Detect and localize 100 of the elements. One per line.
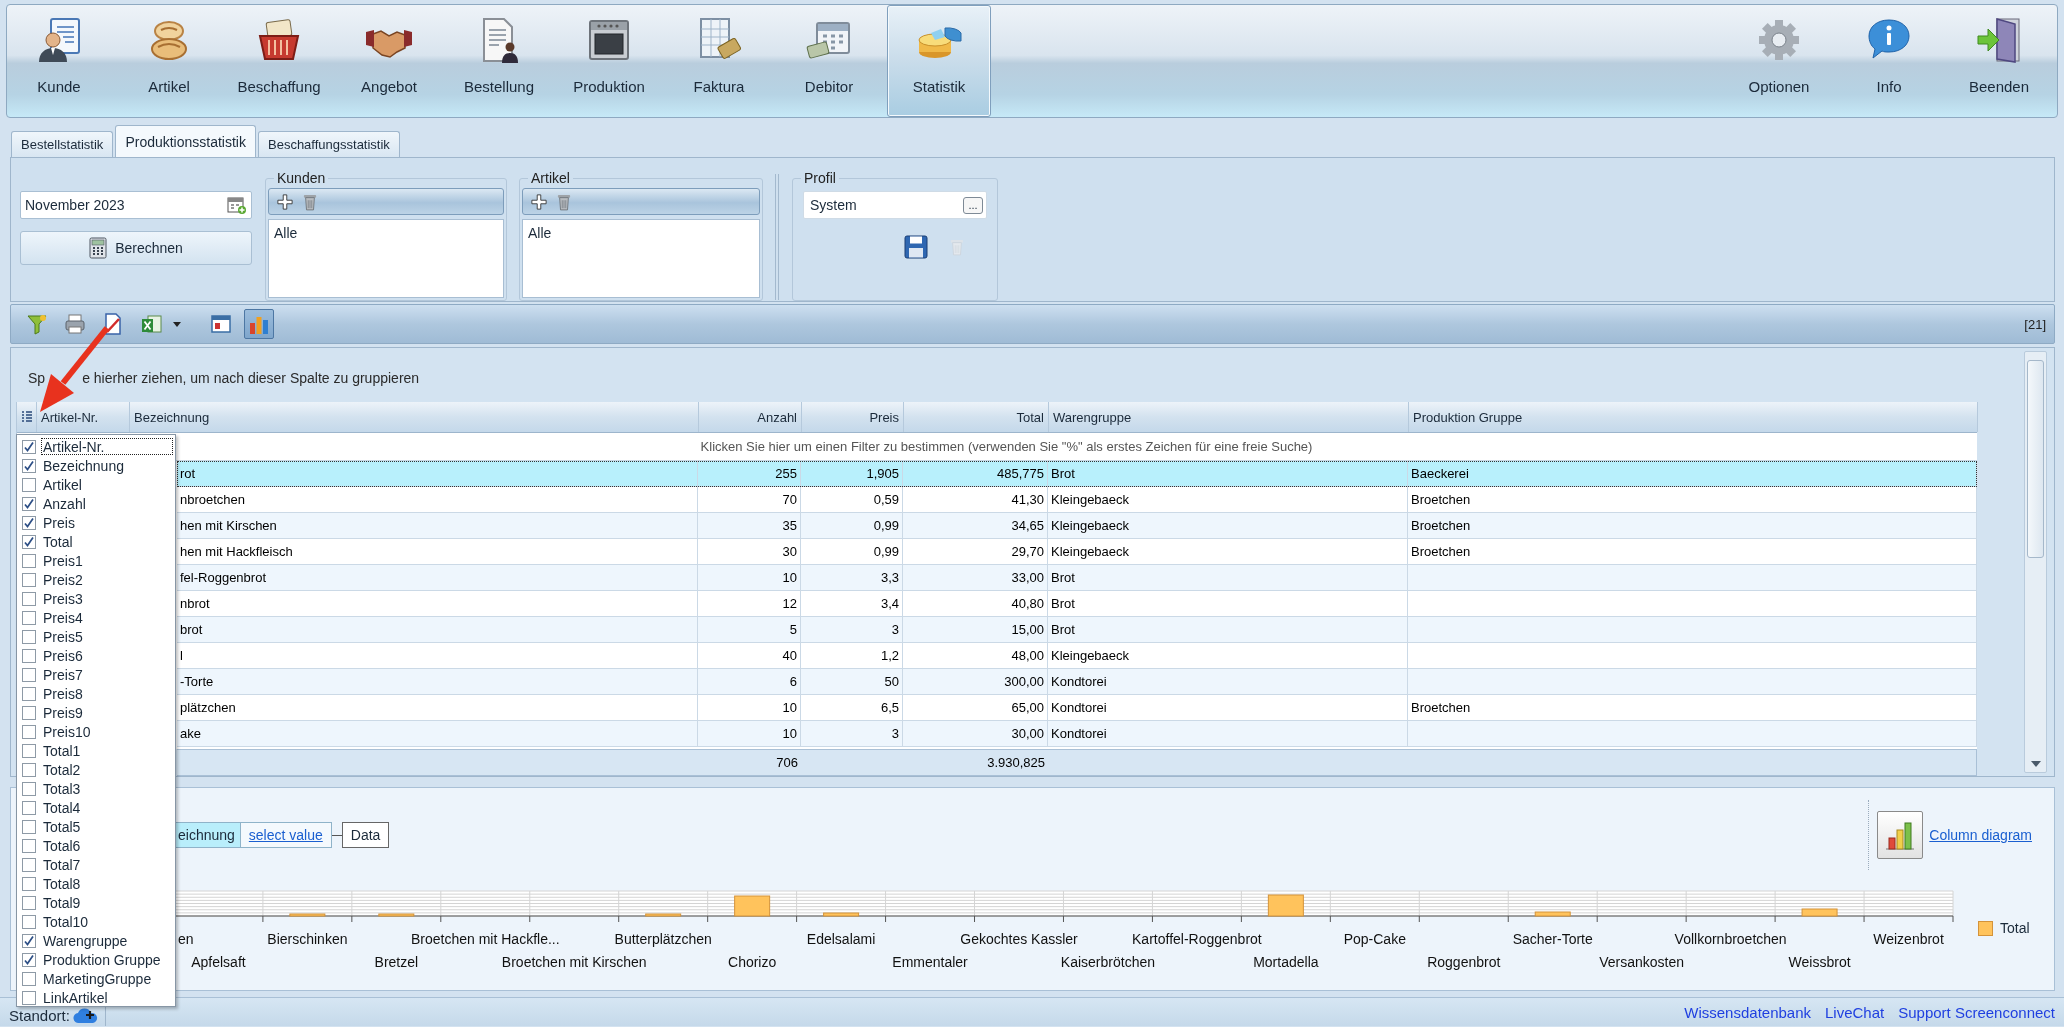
checkbox[interactable] — [22, 762, 36, 777]
column-option[interactable]: Total10 — [41, 913, 173, 930]
list-item[interactable]: Alle — [528, 225, 552, 241]
checkbox[interactable] — [22, 781, 36, 796]
toolbar-button[interactable]: Optionen — [1727, 5, 1831, 117]
column-option[interactable]: Total3 — [41, 780, 173, 797]
plus-icon[interactable] — [531, 193, 547, 210]
column-option[interactable]: Produktion Gruppe — [41, 951, 173, 968]
column-header[interactable]: Preis — [802, 402, 904, 432]
column-option[interactable]: Total5 — [41, 818, 173, 835]
column-option[interactable]: Total8 — [41, 875, 173, 892]
checkbox[interactable] — [22, 876, 36, 891]
column-option[interactable]: Preis6 — [41, 647, 173, 664]
checkbox[interactable] — [22, 439, 36, 454]
checkbox[interactable] — [22, 952, 36, 967]
checkbox[interactable] — [22, 819, 36, 834]
checkbox[interactable] — [22, 534, 36, 549]
toolbar-button[interactable]: Beschaffung — [227, 5, 331, 117]
table-row[interactable]: rot 255 1,905 485,775 Brot Baeckerei — [177, 461, 1977, 487]
browse-button[interactable]: ... — [963, 196, 983, 214]
column-option[interactable]: Artikel — [41, 476, 173, 493]
column-option[interactable]: Bezeichnung — [41, 457, 173, 474]
table-row[interactable]: nbrot 12 3,4 40,80 Brot — [177, 591, 1977, 617]
cloud-icon[interactable] — [72, 1008, 99, 1024]
pivot-field-chip[interactable]: eichnung — [176, 822, 241, 848]
column-option[interactable]: Preis9 — [41, 704, 173, 721]
column-option[interactable]: Preis7 — [41, 666, 173, 683]
checkbox[interactable] — [22, 705, 36, 720]
column-option[interactable]: Total7 — [41, 856, 173, 873]
toolbar-button[interactable]: Debitor — [777, 5, 881, 117]
tab[interactable]: Bestellstatistik — [11, 131, 114, 157]
column-header[interactable]: Total — [904, 402, 1049, 432]
column-option[interactable]: Total6 — [41, 837, 173, 854]
column-option[interactable]: Preis10 — [41, 723, 173, 740]
trash-icon[interactable] — [557, 192, 571, 211]
status-link[interactable]: LiveChat — [1825, 1003, 1885, 1021]
data-chip[interactable]: Data — [341, 822, 390, 848]
column-option[interactable]: Preis — [41, 514, 173, 531]
checkbox[interactable] — [22, 800, 36, 815]
column-option[interactable]: Warengruppe — [41, 932, 173, 949]
toolbar-button[interactable]: Angebot — [337, 5, 441, 117]
checkbox[interactable] — [22, 895, 36, 910]
checkbox[interactable] — [22, 610, 36, 625]
table-row[interactable]: hen mit Kirschen 35 0,99 34,65 Kleingebaeck Broetchen — [177, 513, 1977, 539]
table-row[interactable]: ake 10 3 30,00 Kondtorei — [177, 721, 1977, 747]
checkbox[interactable] — [22, 914, 36, 929]
list-item[interactable]: Alle — [274, 225, 298, 241]
table-row[interactable]: l 40 1,2 48,00 Kleingebaeck — [177, 643, 1977, 669]
column-option[interactable]: Total9 — [41, 894, 173, 911]
scroll-down-icon[interactable] — [2030, 761, 2041, 767]
trash-icon[interactable] — [303, 192, 317, 211]
list-icon[interactable] — [20, 410, 33, 424]
filter-row[interactable]: Klicken Sie hier um einen Filter zu bestimmen (verwenden Sie "%" als erstes Zeichen für eine freie Suche) — [177, 433, 1977, 460]
column-option[interactable]: Preis4 — [41, 609, 173, 626]
date-field[interactable]: November 2023 — [20, 191, 252, 219]
column-header[interactable]: Bezeichnung — [130, 402, 699, 432]
tab[interactable]: Produktionsstatistik — [115, 125, 256, 157]
toolbar-button[interactable]: Bestellung — [447, 5, 551, 117]
toolbar-button[interactable] — [244, 309, 274, 339]
column-option[interactable]: Total2 — [41, 761, 173, 778]
chart-type-button[interactable] — [1877, 811, 1924, 859]
column-header[interactable]: Warengruppe — [1049, 402, 1409, 432]
column-option[interactable]: Preis8 — [41, 685, 173, 702]
toolbar-button[interactable]: Info — [1837, 5, 1941, 117]
column-header[interactable]: Produktion Gruppe — [1409, 402, 1978, 432]
column-option[interactable]: Preis2 — [41, 571, 173, 588]
checkbox[interactable] — [22, 629, 36, 644]
checkbox[interactable] — [22, 933, 36, 948]
status-link[interactable]: Support Screenconnect — [1898, 1003, 2055, 1021]
list-box[interactable]: Alle — [268, 219, 504, 298]
checkbox[interactable] — [22, 990, 36, 1005]
tab[interactable]: Beschaffungsstatistik — [258, 131, 400, 157]
column-option[interactable]: Preis1 — [41, 552, 173, 569]
checkbox[interactable] — [22, 496, 36, 511]
checkbox[interactable] — [22, 724, 36, 739]
status-link[interactable]: Wissensdatenbank — [1684, 1003, 1811, 1021]
toolbar-button[interactable]: Beenden — [1947, 5, 2051, 117]
checkbox[interactable] — [22, 838, 36, 853]
checkbox[interactable] — [22, 857, 36, 872]
checkbox[interactable] — [22, 591, 36, 606]
column-option[interactable]: Artikel-Nr. — [41, 438, 173, 455]
scrollbar[interactable] — [2024, 351, 2047, 773]
table-row[interactable]: nbroetchen 70 0,59 41,30 Kleingebaeck Broetchen — [177, 487, 1977, 513]
table-row[interactable]: brot 5 3 15,00 Brot — [177, 617, 1977, 643]
checkbox[interactable] — [22, 515, 36, 530]
column-option[interactable]: MarketingGruppe — [41, 970, 173, 987]
toolbar-button[interactable]: Kunde — [7, 5, 111, 117]
column-option[interactable]: LinkArtikel — [41, 989, 173, 1006]
checkbox[interactable] — [22, 686, 36, 701]
calendar-icon[interactable] — [227, 195, 247, 215]
column-option[interactable]: Total1 — [41, 742, 173, 759]
toolbar-button[interactable]: Artikel — [117, 5, 221, 117]
calculate-button[interactable]: Berechnen — [20, 231, 252, 265]
column-option[interactable]: Anzahl — [41, 495, 173, 512]
checkbox[interactable] — [22, 477, 36, 492]
column-option[interactable]: Preis3 — [41, 590, 173, 607]
checkbox[interactable] — [22, 572, 36, 587]
save-icon[interactable] — [904, 235, 928, 259]
checkbox[interactable] — [22, 553, 36, 568]
table-row[interactable]: hen mit Hackfleisch 30 0,99 29,70 Kleingebaeck Broetchen — [177, 539, 1977, 565]
